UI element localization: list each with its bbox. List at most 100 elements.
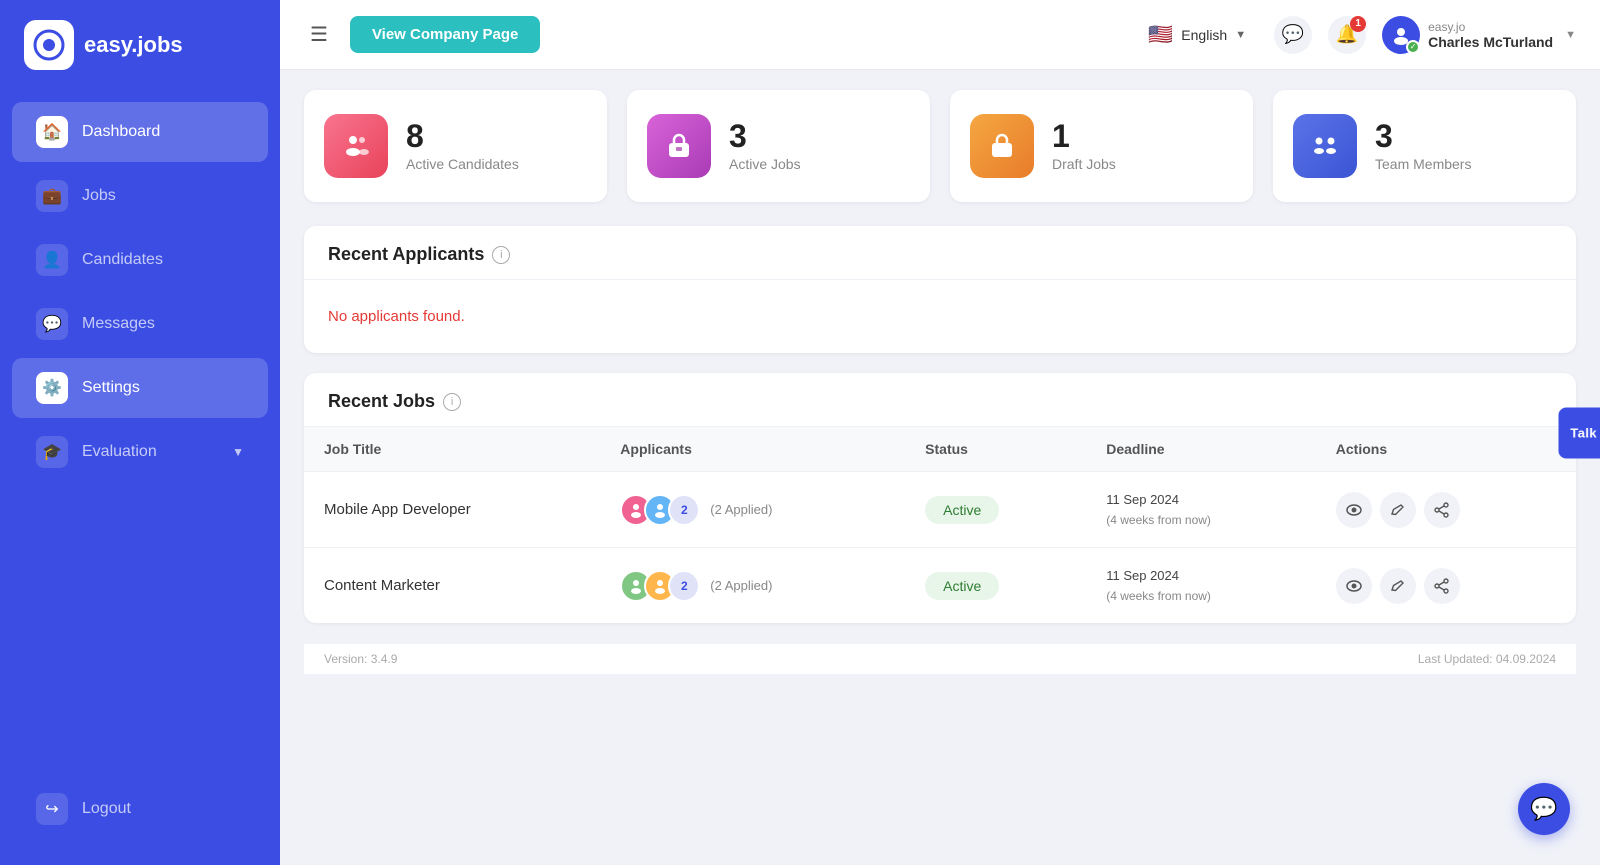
col-status: Status [905, 427, 1086, 472]
sidebar-item-evaluation[interactable]: 🎓 Evaluation ▼ [12, 422, 268, 482]
notification-badge: 1 [1350, 16, 1366, 32]
active-candidates-info: 8 Active Candidates [406, 120, 519, 172]
candidates-icon: 👤 [36, 244, 68, 276]
messages-icon-button[interactable]: 💬 [1274, 16, 1312, 54]
profile-info: easy.jo Charles McTurland [1428, 20, 1553, 50]
table-row: Content Marketer [304, 548, 1576, 624]
share-job-button[interactable] [1424, 568, 1460, 604]
view-job-button[interactable] [1336, 568, 1372, 604]
deadline-note: (4 weeks from now) [1106, 589, 1211, 603]
sidebar: easy.jobs 🏠 Dashboard 💼 Jobs 👤 Candidate… [0, 0, 280, 865]
logout-icon: ↪ [36, 793, 68, 825]
language-label: English [1181, 27, 1227, 43]
profile-verified-icon: ✓ [1406, 40, 1420, 54]
notifications-button[interactable]: 🔔 1 [1328, 16, 1366, 54]
active-candidates-icon [324, 114, 388, 178]
jobs-icon: 💼 [36, 180, 68, 212]
share-job-button[interactable] [1424, 492, 1460, 528]
view-job-button[interactable] [1336, 492, 1372, 528]
recent-applicants-section: Recent Applicants i No applicants found. [304, 226, 1576, 353]
recent-jobs-info-icon[interactable]: i [443, 393, 461, 411]
sidebar-item-dashboard[interactable]: 🏠 Dashboard [12, 102, 268, 162]
applied-text: (2 Applied) [710, 578, 772, 593]
actions-cell-mobile-app-dev [1316, 472, 1576, 548]
sidebar-item-logout[interactable]: ↪ Logout [12, 779, 268, 839]
recent-applicants-header: Recent Applicants i [304, 226, 1576, 280]
profile-menu[interactable]: ✓ easy.jo Charles McTurland ▼ [1382, 16, 1576, 54]
chat-fab-button[interactable]: 💬 [1518, 783, 1570, 835]
team-members-icon [1293, 114, 1357, 178]
recent-jobs-header: Recent Jobs i [304, 373, 1576, 427]
sidebar-item-messages[interactable]: 💬 Messages [12, 294, 268, 354]
version-text: Version: 3.4.9 [324, 652, 397, 666]
sidebar-item-jobs-label: Jobs [82, 187, 116, 205]
sidebar-logo: easy.jobs [0, 0, 280, 90]
talk-to-support-button[interactable]: Talk to Support [1558, 407, 1600, 458]
messages-icon: 💬 [36, 308, 68, 340]
profile-name: Charles McTurland [1428, 34, 1553, 50]
job-title-cell-mobile-app-dev: Mobile App Developer [304, 472, 600, 548]
logo-icon [24, 20, 74, 70]
col-job-title: Job Title [304, 427, 600, 472]
stat-draft-jobs: 1 Draft Jobs [950, 90, 1253, 202]
team-members-value: 3 [1375, 120, 1471, 152]
active-jobs-label: Active Jobs [729, 156, 801, 172]
draft-jobs-icon [970, 114, 1034, 178]
sidebar-item-settings[interactable]: ⚙️ Settings [12, 358, 268, 418]
deadline-cell-mobile-app-dev: 11 Sep 2024 (4 weeks from now) [1086, 472, 1316, 548]
sidebar-item-candidates[interactable]: 👤 Candidates [12, 230, 268, 290]
jobs-table: Job Title Applicants Status Deadline Act… [304, 427, 1576, 623]
profile-avatar-wrap: ✓ [1382, 16, 1420, 54]
applied-text: (2 Applied) [710, 502, 772, 517]
recent-applicants-info-icon[interactable]: i [492, 246, 510, 264]
recent-jobs-section: Recent Jobs i Job Title Applicants Statu… [304, 373, 1576, 623]
recent-applicants-title: Recent Applicants [328, 244, 484, 265]
col-actions: Actions [1316, 427, 1576, 472]
last-updated-text: Last Updated: 04.09.2024 [1418, 652, 1556, 666]
sidebar-item-messages-label: Messages [82, 315, 155, 333]
team-members-info: 3 Team Members [1375, 120, 1471, 172]
stat-team-members: 3 Team Members [1273, 90, 1576, 202]
active-jobs-value: 3 [729, 120, 801, 152]
sidebar-item-candidates-label: Candidates [82, 251, 163, 269]
view-company-page-button[interactable]: View Company Page [350, 16, 540, 53]
sidebar-item-settings-label: Settings [82, 379, 140, 397]
language-selector[interactable]: 🇺🇸 English ▼ [1136, 16, 1258, 53]
evaluation-icon: 🎓 [36, 436, 68, 468]
deadline-cell-content-marketer: 11 Sep 2024 (4 weeks from now) [1086, 548, 1316, 624]
header: ☰ View Company Page 🇺🇸 English ▼ 💬 🔔 1 [280, 0, 1600, 70]
team-members-label: Team Members [1375, 156, 1471, 172]
recent-jobs-title: Recent Jobs [328, 391, 435, 412]
status-cell-mobile-app-dev: Active [905, 472, 1086, 548]
edit-job-button[interactable] [1380, 492, 1416, 528]
language-chevron-icon: ▼ [1235, 29, 1246, 41]
evaluation-chevron-icon: ▼ [232, 445, 244, 459]
sidebar-item-dashboard-label: Dashboard [82, 123, 160, 141]
sidebar-item-evaluation-label: Evaluation [82, 443, 157, 461]
edit-job-button[interactable] [1380, 568, 1416, 604]
main-content: ☰ View Company Page 🇺🇸 English ▼ 💬 🔔 1 [280, 0, 1600, 865]
profile-chevron-icon: ▼ [1565, 29, 1576, 41]
applicants-cell-mobile-app-dev: 2 (2 Applied) [600, 472, 905, 548]
status-cell-content-marketer: Active [905, 548, 1086, 624]
stat-active-jobs: 3 Active Jobs [627, 90, 930, 202]
menu-icon[interactable]: ☰ [304, 16, 334, 53]
col-deadline: Deadline [1086, 427, 1316, 472]
dashboard-icon: 🏠 [36, 116, 68, 148]
table-row: Mobile App Developer [304, 472, 1576, 548]
profile-company: easy.jo [1428, 20, 1553, 34]
active-candidates-label: Active Candidates [406, 156, 519, 172]
active-jobs-info: 3 Active Jobs [729, 120, 801, 172]
no-applicants-message: No applicants found. [304, 280, 1576, 353]
sidebar-item-jobs[interactable]: 💼 Jobs [12, 166, 268, 226]
deadline-note: (4 weeks from now) [1106, 513, 1211, 527]
stat-active-candidates: 8 Active Candidates [304, 90, 607, 202]
version-bar: Version: 3.4.9 Last Updated: 04.09.2024 [304, 643, 1576, 674]
stats-row: 8 Active Candidates 3 Active Jobs [304, 90, 1576, 202]
table-header-row: Job Title Applicants Status Deadline Act… [304, 427, 1576, 472]
status-badge: Active [925, 572, 999, 600]
active-jobs-icon [647, 114, 711, 178]
job-title-cell-content-marketer: Content Marketer [304, 548, 600, 624]
active-candidates-value: 8 [406, 120, 519, 152]
page-content: 8 Active Candidates 3 Active Jobs [280, 70, 1600, 865]
